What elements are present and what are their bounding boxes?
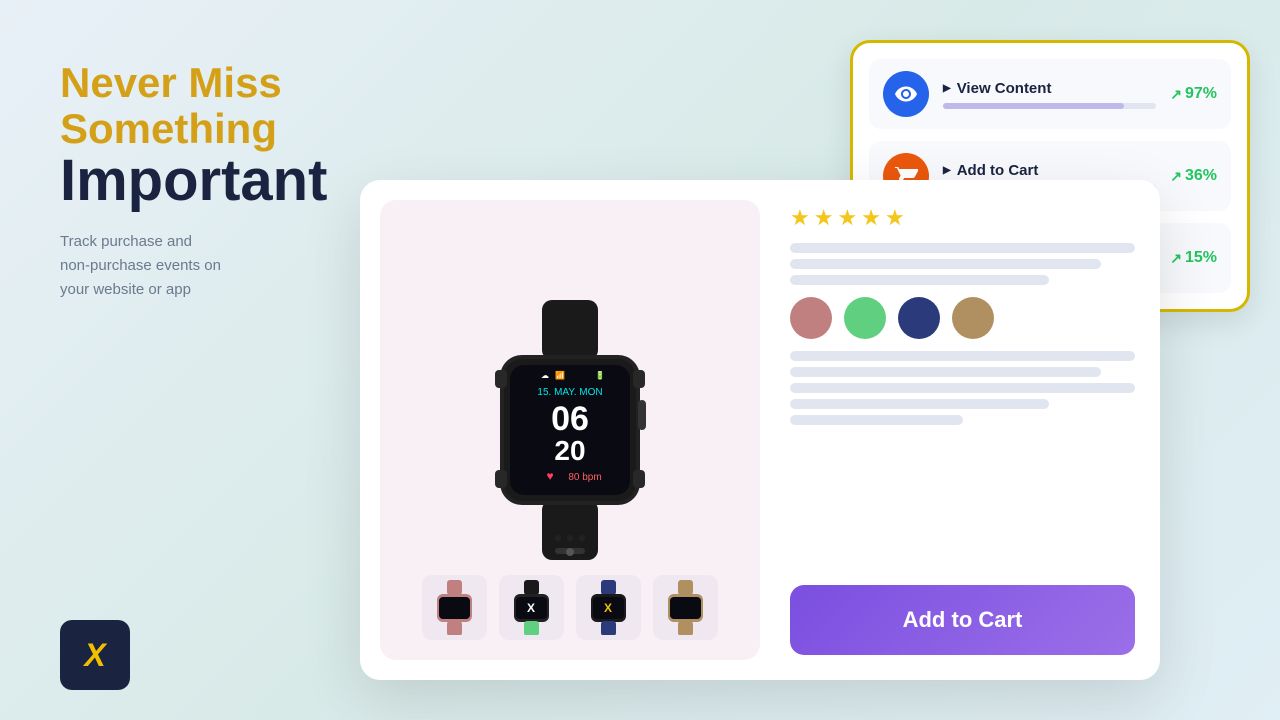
hero-subtext: Track purchase andnon-purchase events on…	[60, 230, 380, 302]
add-to-cart-percent: 36%	[1170, 167, 1217, 185]
headline-line2: Important	[60, 152, 380, 210]
thumb-green[interactable]: X	[499, 575, 564, 640]
svg-text:06: 06	[551, 400, 589, 438]
thumb-gold[interactable]	[653, 575, 718, 640]
swatch-navy[interactable]	[898, 297, 940, 339]
view-content-percent: 97%	[1170, 85, 1217, 103]
svg-text:☁: ☁	[541, 371, 549, 380]
star-4: ★	[861, 205, 881, 231]
svg-text:20: 20	[554, 435, 585, 466]
star-rating: ★ ★ ★ ★ ★	[790, 205, 1135, 231]
color-swatches	[790, 297, 1135, 339]
swatch-rose[interactable]	[790, 297, 832, 339]
watch-image: 15. MAY. MON 06 20 ♥ 80 bpm ☁ 📶 🔋	[460, 300, 680, 560]
logo-text: X	[84, 637, 105, 674]
desc-line-3	[790, 275, 1049, 285]
star-5: ★	[885, 205, 905, 231]
star-3: ★	[837, 205, 857, 231]
thumbnail-row: X X	[380, 575, 760, 640]
thumb-rose[interactable]	[422, 575, 487, 640]
svg-text:X: X	[604, 601, 612, 615]
headline-line1: Never Miss Something	[60, 60, 380, 152]
svg-text:🔋: 🔋	[595, 370, 605, 380]
desc-line-7	[790, 399, 1049, 409]
view-content-label: View Content	[943, 80, 1156, 97]
svg-text:X: X	[527, 601, 535, 615]
desc-line-2	[790, 259, 1101, 269]
product-info-section: ★ ★ ★ ★ ★ Add to Cart	[780, 180, 1160, 680]
add-to-cart-button[interactable]: Add to Cart	[790, 585, 1135, 655]
swatch-gold[interactable]	[952, 297, 994, 339]
view-content-bar-bg	[943, 103, 1156, 109]
svg-text:📶: 📶	[555, 370, 565, 380]
thumb-navy[interactable]: X	[576, 575, 641, 640]
desc-line-6	[790, 383, 1135, 393]
analytics-item-view-content: View Content 97%	[869, 59, 1231, 129]
svg-text:15. MAY. MON: 15. MAY. MON	[537, 387, 602, 398]
product-card: 15. MAY. MON 06 20 ♥ 80 bpm ☁ 📶 🔋	[360, 180, 1160, 680]
star-2: ★	[814, 205, 834, 231]
view-content-content: View Content	[943, 80, 1156, 109]
hero-section: Never Miss Something Important Track pur…	[60, 60, 380, 302]
initiate-checkout-percent: 15%	[1170, 249, 1217, 267]
desc-line-8	[790, 415, 963, 425]
description-lines-1	[790, 243, 1135, 285]
description-lines-2	[790, 351, 1135, 425]
swatch-green[interactable]	[844, 297, 886, 339]
add-to-cart-label: Add to Cart	[943, 162, 1156, 179]
brand-logo: X	[60, 620, 130, 690]
product-image-section: 15. MAY. MON 06 20 ♥ 80 bpm ☁ 📶 🔋	[380, 200, 760, 660]
watch-svg: 15. MAY. MON 06 20 ♥ 80 bpm ☁ 📶 🔋	[470, 300, 670, 560]
desc-line-5	[790, 367, 1101, 377]
desc-line-4	[790, 351, 1135, 361]
desc-line-1	[790, 243, 1135, 253]
svg-text:80 bpm: 80 bpm	[568, 472, 601, 483]
view-content-bar-fill	[943, 103, 1124, 109]
svg-text:♥: ♥	[546, 469, 553, 483]
star-1: ★	[790, 205, 810, 231]
view-content-icon	[883, 71, 929, 117]
